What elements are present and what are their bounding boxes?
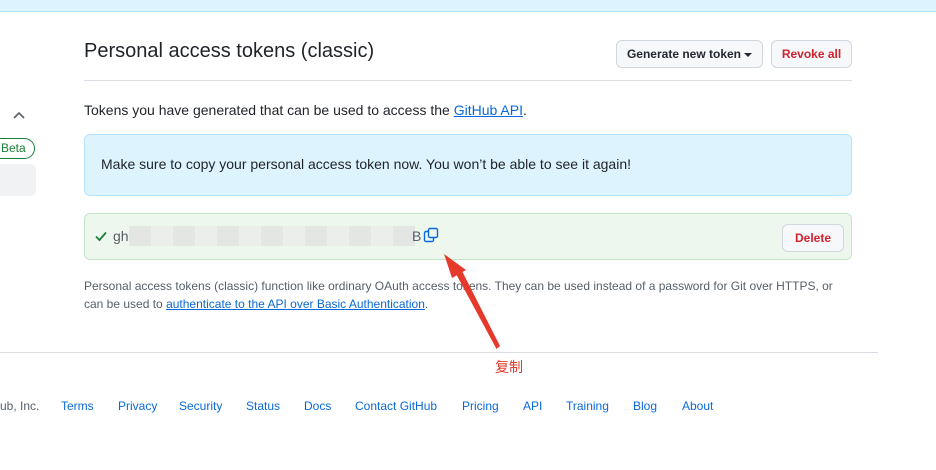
footer-link-status[interactable]: Status	[246, 399, 280, 413]
copy-icon[interactable]	[423, 227, 439, 243]
footer-link-pricing[interactable]: Pricing	[462, 399, 499, 413]
classic-token-note-end: .	[424, 297, 429, 311]
footer-divider	[0, 352, 878, 353]
page-title: Personal access tokens (classic)	[84, 40, 375, 62]
github-api-link[interactable]: GitHub API	[454, 102, 523, 118]
footer-link-api[interactable]: API	[523, 399, 542, 413]
token-prefix: gh	[113, 228, 129, 244]
beta-badge: Beta	[0, 138, 35, 159]
basic-auth-link[interactable]: authenticate to the API over Basic Authe…	[166, 297, 425, 311]
classic-token-note: Personal access tokens (classic) functio…	[84, 277, 854, 313]
footer-link-terms[interactable]: Terms	[61, 399, 94, 413]
footer-link-about[interactable]: About	[682, 399, 713, 413]
footer-link-privacy[interactable]: Privacy	[118, 399, 157, 413]
generate-new-token-label: Generate new token	[626, 47, 742, 61]
footer-link-training[interactable]: Training	[566, 399, 609, 413]
footer-link-blog[interactable]: Blog	[633, 399, 657, 413]
copy-token-notice: Make sure to copy your personal access t…	[84, 134, 852, 196]
footer-copyright: ub, Inc.	[0, 399, 40, 413]
copy-token-notice-text: Make sure to copy your personal access t…	[101, 156, 631, 172]
footer-link-security[interactable]: Security	[179, 399, 222, 413]
delete-token-button[interactable]: Delete	[782, 224, 844, 252]
sidebar-active-item[interactable]	[0, 164, 36, 196]
footer-link-docs[interactable]: Docs	[304, 399, 331, 413]
revoke-all-button[interactable]: Revoke all	[771, 40, 852, 68]
intro-text: Tokens you have generated that can be us…	[84, 100, 527, 120]
footer-link-contact[interactable]: Contact GitHub	[355, 399, 437, 413]
chevron-up-icon[interactable]	[12, 108, 26, 122]
generate-new-token-button[interactable]: Generate new token	[616, 40, 763, 68]
title-divider	[84, 80, 852, 81]
intro-text-before: Tokens you have generated that can be us…	[84, 102, 454, 118]
top-flash-bar	[0, 0, 936, 12]
annotation-label: 复制	[495, 360, 523, 376]
token-suffix: B	[412, 228, 422, 244]
token-value-redacted	[129, 226, 415, 246]
check-icon	[95, 231, 107, 242]
new-token-row: gh B Delete	[84, 213, 852, 260]
intro-text-after: .	[522, 102, 527, 118]
caret-down-icon	[744, 52, 753, 57]
